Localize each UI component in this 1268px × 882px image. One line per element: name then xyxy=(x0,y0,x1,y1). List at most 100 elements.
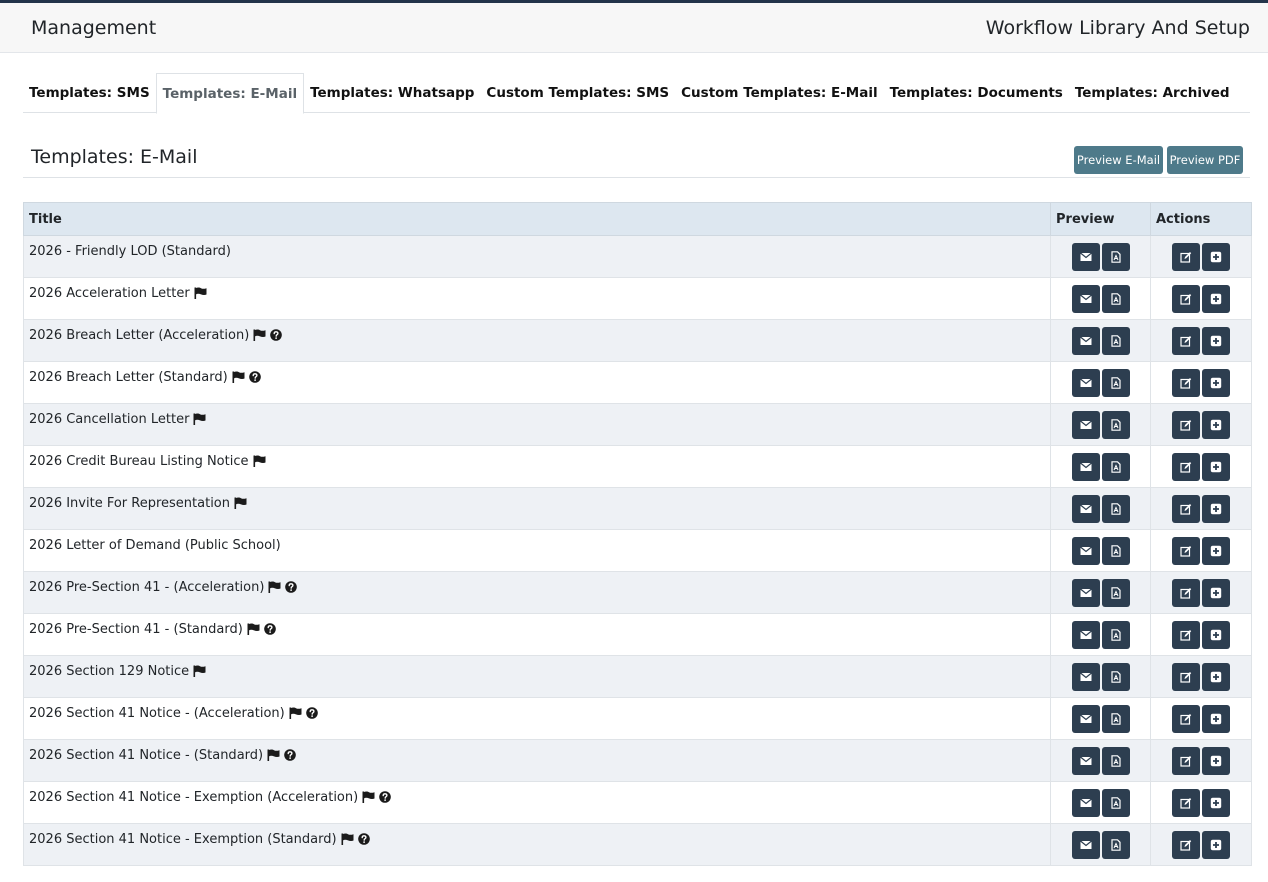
edit-button[interactable] xyxy=(1172,452,1200,481)
question-circle-icon[interactable] xyxy=(270,329,283,345)
edit-button[interactable] xyxy=(1172,662,1200,691)
pdf-file-button[interactable] xyxy=(1101,662,1130,691)
template-title: 2026 Section 41 Notice - Exemption (Stan… xyxy=(29,832,337,847)
edit-button[interactable] xyxy=(1172,536,1200,565)
plus-button[interactable] xyxy=(1202,410,1230,439)
preview-cell xyxy=(1050,235,1151,278)
templates-table: Title Preview Actions 2026 - Friendly LO… xyxy=(23,202,1252,866)
pdf-file-button[interactable] xyxy=(1101,368,1130,397)
edit-button[interactable] xyxy=(1172,284,1200,313)
pdf-file-button[interactable] xyxy=(1101,830,1130,859)
column-header-preview: Preview xyxy=(1050,202,1151,236)
plus-button[interactable] xyxy=(1202,578,1230,607)
envelope-button[interactable] xyxy=(1071,452,1100,481)
plus-button[interactable] xyxy=(1202,494,1230,523)
plus-button[interactable] xyxy=(1202,536,1230,565)
envelope-button[interactable] xyxy=(1071,620,1100,649)
question-circle-icon[interactable] xyxy=(305,707,318,723)
plus-button[interactable] xyxy=(1202,620,1230,649)
tab-custom-templates-sms[interactable]: Custom Templates: SMS xyxy=(480,73,675,113)
actions-cell xyxy=(1150,781,1252,824)
pdf-file-button[interactable] xyxy=(1101,410,1130,439)
edit-button[interactable] xyxy=(1172,620,1200,649)
envelope-button[interactable] xyxy=(1071,704,1100,733)
plus-button[interactable] xyxy=(1202,284,1230,313)
actions-cell xyxy=(1150,823,1252,866)
plus-button[interactable] xyxy=(1202,242,1230,271)
flag-icon xyxy=(341,833,354,849)
actions-cell xyxy=(1150,361,1252,404)
table-header-row: Title Preview Actions xyxy=(23,202,1252,236)
pdf-file-button[interactable] xyxy=(1101,788,1130,817)
tab-templates-documents[interactable]: Templates: Documents xyxy=(884,73,1069,113)
plus-button[interactable] xyxy=(1202,704,1230,733)
envelope-button[interactable] xyxy=(1071,284,1100,313)
table-row: 2026 Acceleration Letter xyxy=(23,277,1252,320)
edit-button[interactable] xyxy=(1172,578,1200,607)
edit-button[interactable] xyxy=(1172,326,1200,355)
question-circle-icon[interactable] xyxy=(263,623,276,639)
edit-button[interactable] xyxy=(1172,410,1200,439)
pdf-file-button[interactable] xyxy=(1101,746,1130,775)
template-title: 2026 Credit Bureau Listing Notice xyxy=(29,454,249,469)
envelope-button[interactable] xyxy=(1071,410,1100,439)
plus-button[interactable] xyxy=(1202,662,1230,691)
envelope-button[interactable] xyxy=(1071,578,1100,607)
question-circle-icon[interactable] xyxy=(284,749,296,765)
envelope-button[interactable] xyxy=(1071,788,1100,817)
envelope-button[interactable] xyxy=(1071,662,1100,691)
question-circle-icon[interactable] xyxy=(379,791,392,807)
envelope-button[interactable] xyxy=(1071,830,1100,859)
pdf-file-button[interactable] xyxy=(1101,242,1130,271)
plus-button[interactable] xyxy=(1202,830,1230,859)
plus-button[interactable] xyxy=(1202,452,1230,481)
question-circle-icon[interactable] xyxy=(357,833,370,849)
question-circle-icon[interactable] xyxy=(285,581,298,597)
template-title: 2026 Breach Letter (Acceleration) xyxy=(29,328,250,343)
edit-button[interactable] xyxy=(1172,368,1200,397)
preview-email-button[interactable]: Preview E-Mail xyxy=(1074,146,1163,174)
envelope-button[interactable] xyxy=(1071,326,1100,355)
pdf-file-button[interactable] xyxy=(1101,578,1130,607)
tab-templates-whatsapp[interactable]: Templates: Whatsapp xyxy=(304,73,480,113)
actions-cell xyxy=(1150,613,1252,656)
plus-button[interactable] xyxy=(1202,326,1230,355)
tab-templates-e-mail[interactable]: Templates: E-Mail xyxy=(155,73,305,114)
actions-cell xyxy=(1150,697,1252,740)
pdf-file-button[interactable] xyxy=(1101,704,1130,733)
pdf-file-button[interactable] xyxy=(1101,284,1130,313)
plus-button[interactable] xyxy=(1202,368,1230,397)
edit-button[interactable] xyxy=(1172,704,1200,733)
edit-button[interactable] xyxy=(1172,494,1200,523)
envelope-button[interactable] xyxy=(1071,746,1100,775)
edit-button[interactable] xyxy=(1172,830,1200,859)
actions-cell xyxy=(1150,235,1252,278)
actions-cell xyxy=(1150,403,1252,446)
pdf-file-button[interactable] xyxy=(1101,620,1130,649)
pdf-file-button[interactable] xyxy=(1101,326,1130,355)
table-row: 2026 Invite For Representation xyxy=(23,487,1252,530)
envelope-button[interactable] xyxy=(1071,536,1100,565)
plus-button[interactable] xyxy=(1202,746,1230,775)
envelope-button[interactable] xyxy=(1071,494,1100,523)
edit-button[interactable] xyxy=(1172,746,1200,775)
question-circle-icon[interactable] xyxy=(248,371,261,387)
flag-icon xyxy=(253,329,266,345)
preview-pdf-button[interactable]: Preview PDF xyxy=(1167,146,1243,174)
plus-button[interactable] xyxy=(1202,788,1230,817)
preview-cell xyxy=(1050,571,1151,614)
pdf-file-button[interactable] xyxy=(1101,536,1130,565)
envelope-button[interactable] xyxy=(1071,242,1100,271)
edit-button[interactable] xyxy=(1172,242,1200,271)
pdf-file-button[interactable] xyxy=(1101,494,1130,523)
pdf-file-button[interactable] xyxy=(1101,452,1130,481)
page-header: Management Workflow Library And Setup xyxy=(0,3,1268,53)
table-row: 2026 Section 41 Notice - (Standard) xyxy=(23,739,1252,782)
table-row: 2026 Breach Letter (Standard) xyxy=(23,361,1252,404)
edit-button[interactable] xyxy=(1172,788,1200,817)
envelope-button[interactable] xyxy=(1071,368,1100,397)
tab-templates-sms[interactable]: Templates: SMS xyxy=(23,73,156,113)
template-title-cell: 2026 Pre-Section 41 - (Acceleration) xyxy=(23,571,1051,614)
tab-custom-templates-e-mail[interactable]: Custom Templates: E-Mail xyxy=(675,73,883,113)
tab-templates-archived[interactable]: Templates: Archived xyxy=(1069,73,1236,113)
